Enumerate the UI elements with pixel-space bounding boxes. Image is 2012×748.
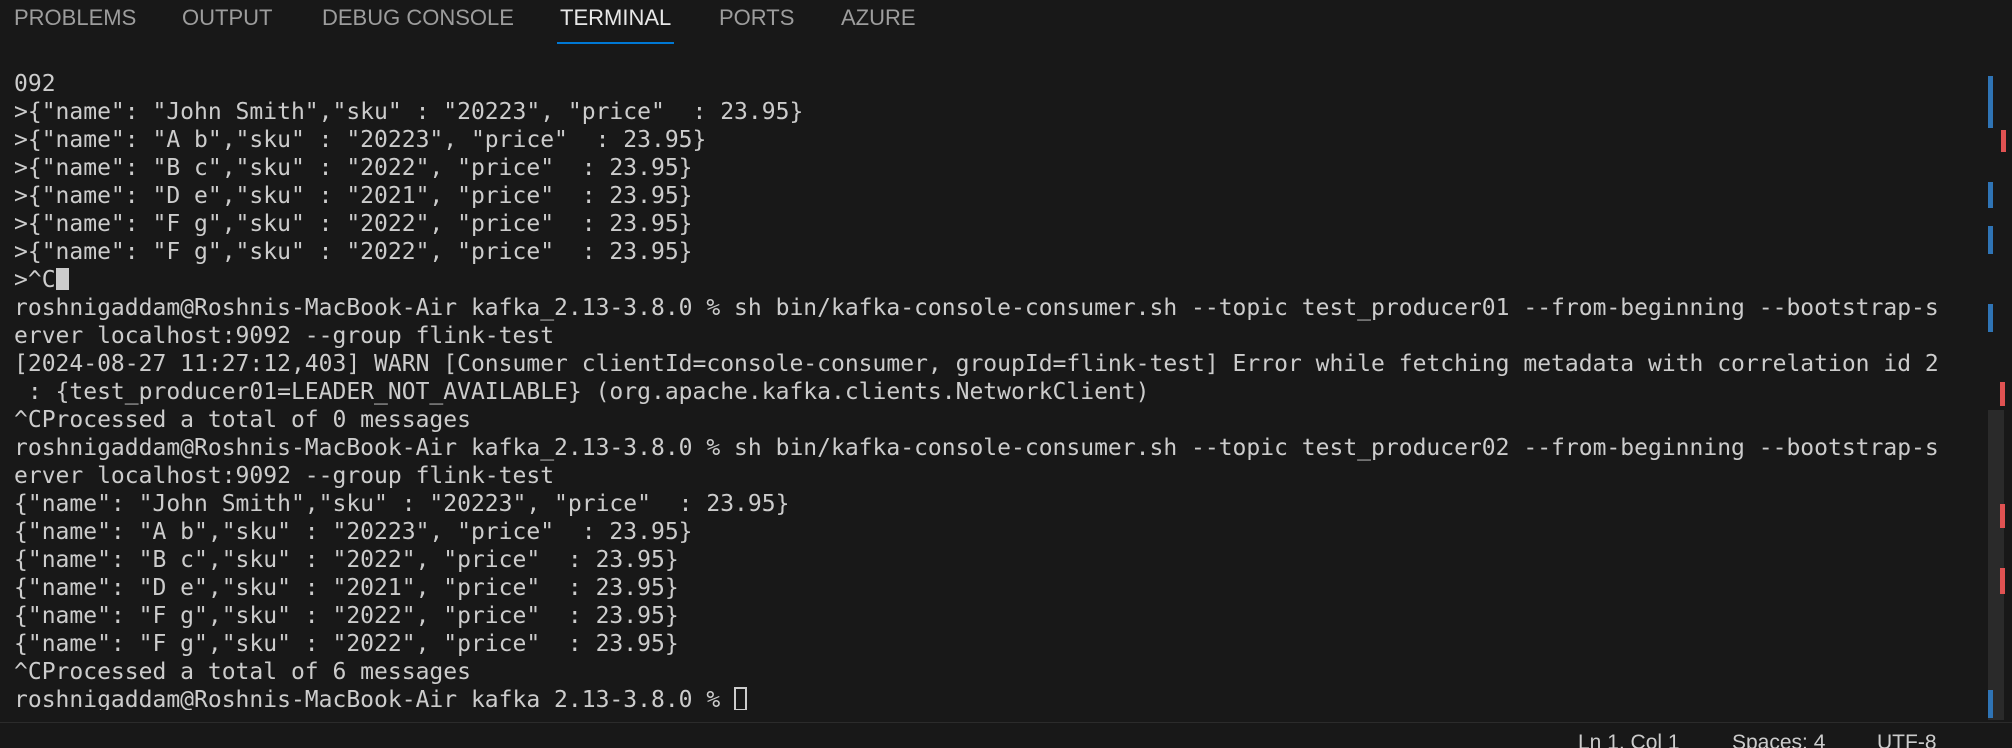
terminal-line: >{"name": "A b","sku" : "20223", "price"… [14, 127, 707, 153]
terminal-line: {"name": "F g","sku" : "2022", "price" :… [14, 631, 679, 657]
terminal-line: >{"name": "D e","sku" : "2021", "price" … [14, 183, 693, 209]
terminal-prompt-line: roshnigaddam@Roshnis-MacBook-Air kafka_2… [14, 434, 1974, 462]
scrollbar-thumb[interactable] [1988, 410, 2004, 720]
terminal-line-text: roshnigaddam@Roshnis-MacBook-Air kafka_2… [14, 295, 1939, 321]
terminal-line-interrupt: >^C [14, 266, 1974, 294]
terminal-line: [2024-08-27 11:27:12,403] WARN [Consumer… [14, 351, 1939, 377]
selection-highlight [55, 268, 69, 290]
tab-azure[interactable]: AZURE [841, 0, 916, 44]
terminal-line-text: roshnigaddam@Roshnis-MacBook-Air kafka_2… [14, 435, 1939, 461]
terminal-line: erver localhost:9092 --group flink-test [14, 463, 555, 489]
scrollbar-mark [1988, 226, 1993, 254]
tab-output[interactable]: OUTPUT [182, 0, 272, 44]
terminal-line: erver localhost:9092 --group flink-test [14, 323, 555, 349]
terminal-line: {"name": "John Smith","sku" : "20223", "… [14, 491, 790, 517]
terminal-prompt-line[interactable]: roshnigaddam@Roshnis-MacBook-Air kafka_2… [14, 686, 1974, 710]
terminal-line: >{"name": "F g","sku" : "2022", "price" … [14, 239, 693, 265]
terminal-line: {"name": "D e","sku" : "2021", "price" :… [14, 575, 679, 601]
terminal-line-text: roshnigaddam@Roshnis-MacBook-Air kafka_2… [14, 687, 735, 710]
terminal-line-text: >^C [14, 267, 56, 293]
terminal-prompt-line: roshnigaddam@Roshnis-MacBook-Air kafka_2… [14, 294, 1974, 322]
terminal-line: 092 [14, 71, 56, 97]
terminal-line: ^CProcessed a total of 0 messages [14, 407, 471, 433]
tab-problems[interactable]: PROBLEMS [14, 0, 136, 44]
terminal-line: {"name": "B c","sku" : "2022", "price" :… [14, 547, 679, 573]
scrollbar-mark [2000, 504, 2005, 528]
status-bar: Ln 1, Col 1 Spaces: 4 UTF-8 [0, 722, 2012, 748]
scrollbar-mark [1988, 690, 1993, 718]
tab-ports[interactable]: PORTS [719, 0, 794, 44]
terminal-line: ^CProcessed a total of 6 messages [14, 659, 471, 685]
terminal-line: >{"name": "B c","sku" : "2022", "price" … [14, 155, 693, 181]
status-line-col[interactable]: Ln 1, Col 1 [1578, 731, 1680, 748]
terminal-line: >{"name": "John Smith","sku" : "20223", … [14, 99, 804, 125]
scrollbar-mark [1988, 182, 1993, 208]
terminal-line: {"name": "F g","sku" : "2022", "price" :… [14, 603, 679, 629]
panel-tab-bar: PROBLEMS OUTPUT DEBUG CONSOLE TERMINAL P… [0, 0, 2012, 44]
status-encoding[interactable]: UTF-8 [1877, 731, 1937, 748]
terminal-cursor [734, 687, 748, 710]
terminal-line: >{"name": "F g","sku" : "2022", "price" … [14, 211, 693, 237]
scrollbar-mark [1988, 76, 1993, 128]
terminal-scrollbar[interactable] [1988, 70, 2006, 720]
terminal-line: : {test_producer01=LEADER_NOT_AVAILABLE}… [14, 379, 1150, 405]
tab-terminal[interactable]: TERMINAL [556, 0, 675, 44]
tab-debug-console[interactable]: DEBUG CONSOLE [322, 0, 514, 44]
status-indentation[interactable]: Spaces: 4 [1732, 731, 1825, 748]
scrollbar-mark [1988, 304, 1993, 332]
terminal-output[interactable]: 092 >{"name": "John Smith","sku" : "2022… [14, 70, 1974, 710]
scrollbar-mark [2000, 382, 2005, 406]
terminal-line: {"name": "A b","sku" : "20223", "price" … [14, 519, 693, 545]
scrollbar-mark [2000, 568, 2005, 594]
scrollbar-mark [2001, 130, 2006, 152]
